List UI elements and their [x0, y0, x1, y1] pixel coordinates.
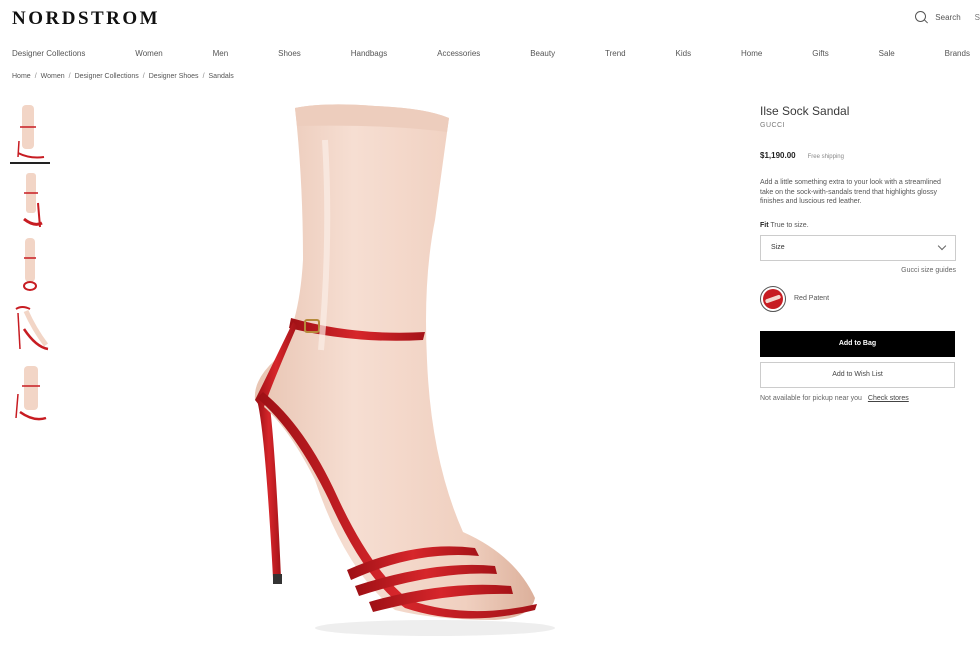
add-to-wishlist-button[interactable]: Add to Wish List — [760, 361, 955, 388]
nordstrom-logo[interactable]: NORDSTROM — [12, 8, 160, 30]
nav-item-gifts[interactable]: Gifts — [812, 49, 828, 58]
nav-item-accessories[interactable]: Accessories — [437, 49, 480, 58]
fit-info: Fit True to size. — [760, 222, 956, 229]
main-nav: Designer Collections Women Men Shoes Han… — [12, 49, 980, 58]
product-title: Ilse Sock Sandal — [760, 104, 850, 118]
search-icon[interactable] — [914, 10, 929, 25]
breadcrumb-separator: / — [68, 73, 71, 80]
nav-item-home[interactable]: Home — [741, 49, 762, 58]
product-price: $1,190.00 — [760, 151, 796, 160]
fit-label: Fit — [760, 221, 769, 229]
add-to-bag-button[interactable]: Add to Bag — [760, 330, 955, 357]
sock-sandal-illustration — [254, 104, 555, 636]
color-selector: Red Patent — [760, 285, 956, 312]
product-details: Ilse Sock Sandal GUCCI $1,190.00 Free sh… — [760, 100, 956, 402]
nav-item-shoes[interactable]: Shoes — [278, 49, 301, 58]
sign-in-link[interactable]: S — [975, 13, 980, 22]
breadcrumb-separator: / — [142, 73, 145, 80]
breadcrumb-home[interactable]: Home — [12, 73, 31, 80]
thumbnail-3[interactable] — [10, 234, 50, 294]
thumbnail-1[interactable] — [10, 100, 50, 164]
color-name: Red Patent — [794, 295, 830, 302]
thumbnail-5[interactable] — [10, 364, 50, 424]
size-guide-link[interactable]: Gucci size guides — [760, 267, 956, 274]
fit-value: True to size. — [770, 221, 809, 229]
pickup-text: Not available for pickup near you — [760, 394, 862, 402]
nav-item-designer-collections[interactable]: Designer Collections — [12, 49, 85, 58]
product-description: Add a little something extra to your loo… — [760, 179, 941, 205]
thumbnail-list — [10, 100, 52, 429]
breadcrumb: Home / Women / Designer Collections / Designer… — [12, 73, 234, 80]
breadcrumb-separator: / — [202, 73, 205, 80]
search-link[interactable]: Search — [935, 13, 960, 22]
breadcrumb-women[interactable]: Women — [41, 73, 65, 80]
breadcrumb-designer-collections[interactable]: Designer Collections — [75, 73, 139, 80]
pickup-info: Not available for pickup near you Check … — [760, 395, 956, 402]
breadcrumb-designer-shoes[interactable]: Designer Shoes — [149, 73, 199, 80]
brand-link[interactable]: GUCCI — [760, 122, 956, 129]
nav-item-brands[interactable]: Brands — [945, 49, 970, 58]
nav-item-kids[interactable]: Kids — [676, 49, 692, 58]
size-placeholder: Size — [771, 244, 785, 251]
product-hero-image[interactable] — [235, 100, 555, 650]
thumbnail-2[interactable] — [10, 169, 50, 229]
nav-item-men[interactable]: Men — [213, 49, 229, 58]
nav-item-women[interactable]: Women — [135, 49, 162, 58]
chevron-down-icon — [937, 241, 947, 251]
price-row: $1,190.00 Free shipping — [760, 151, 956, 160]
size-dropdown[interactable]: Size — [760, 234, 956, 261]
nav-item-handbags[interactable]: Handbags — [351, 49, 387, 58]
breadcrumb-separator: / — [34, 73, 37, 80]
thumbnail-4[interactable] — [10, 299, 50, 359]
color-swatch-red-patent[interactable] — [760, 285, 786, 312]
nav-item-beauty[interactable]: Beauty — [530, 49, 555, 58]
breadcrumb-sandals[interactable]: Sandals — [209, 73, 234, 80]
shipping-note: Free shipping — [807, 154, 844, 160]
header-tools: Search S — [914, 10, 980, 25]
nav-item-sale[interactable]: Sale — [879, 49, 895, 58]
check-stores-link[interactable]: Check stores — [868, 395, 909, 402]
nav-item-trend[interactable]: Trend — [605, 49, 626, 58]
